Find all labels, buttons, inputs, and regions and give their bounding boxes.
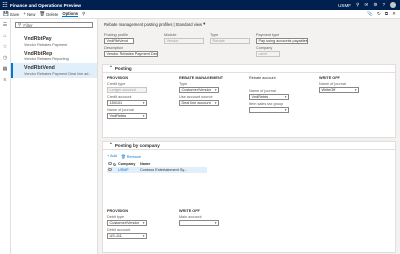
chevron-down-icon[interactable]: ▾ xyxy=(203,21,205,27)
filter-input[interactable]: ⚲ Filter xyxy=(15,22,93,28)
add-button[interactable]: + Add xyxy=(107,154,117,159)
search-icon[interactable]: ⚲ xyxy=(82,11,85,17)
main-account-select[interactable] xyxy=(179,219,219,226)
action-pane: 💾 Save + New 🗑 Delete Options ⚲ 📎 ↻ ⧉ ✕ xyxy=(0,10,400,19)
debit-type-field: Debit type Customer/Vendor xyxy=(107,215,147,226)
table-row[interactable]: USMF Contoso Entertainment Sy... xyxy=(107,167,207,173)
rebate-type-field: Type Customer/Vendor xyxy=(179,82,219,93)
remove-button[interactable]: 🗑 Remove xyxy=(121,154,141,159)
navigation-rail: ☰ ⌂ ☆ ◷ ▦ ≡ xyxy=(0,19,11,254)
rebate-journal-select[interactable]: VndRebts xyxy=(249,93,289,100)
bell-icon[interactable]: ✉ xyxy=(364,2,368,8)
menu-icon[interactable]: ☰ xyxy=(3,23,7,28)
type-field: Type Rebate xyxy=(210,33,250,44)
app-title: Finance and Operations Preview xyxy=(10,2,81,8)
rebate-type-select[interactable]: Customer/Vendor xyxy=(179,86,219,93)
company-input: usmf xyxy=(256,50,280,57)
options-tab[interactable]: Options xyxy=(62,11,79,17)
company-grid: ↻ Company Name USMF Contoso Entertainmen… xyxy=(107,161,207,173)
rebate-account-label: Rebate account xyxy=(249,76,276,80)
list-item-selected[interactable]: VndRbtVend Vendor Rebates Payment Deal l… xyxy=(11,63,97,78)
writeoff-journal-field: Name of journal WriteOff xyxy=(319,82,359,93)
search-icon[interactable]: ⚲ xyxy=(356,2,359,8)
list-icon[interactable]: ≡ xyxy=(4,78,7,83)
column-header-company[interactable]: Company xyxy=(117,162,139,166)
credit-type-input: Ledger account xyxy=(107,86,147,93)
chevron-up-icon: ⌃ xyxy=(109,65,113,71)
module-field: Module Vendor xyxy=(164,33,204,44)
delete-button[interactable]: 🗑 Delete xyxy=(39,10,58,16)
top-bar: ☷ Finance and Operations Preview USMF ⚲ … xyxy=(0,0,400,10)
item-tax-group-select[interactable] xyxy=(249,106,289,113)
account-source-select[interactable]: Deal line account xyxy=(179,99,219,106)
rebate-journal-field: Name of journal VndRebts xyxy=(249,89,289,100)
type-input: Rebate xyxy=(210,37,250,44)
posting-profile-field: Posting profile VndRbtVend xyxy=(104,33,134,44)
company-field: Company usmf xyxy=(256,46,280,57)
credit-type-field: Credit type Ledger account xyxy=(107,82,147,93)
description-field: Description Vendor Rebates Payment Dea..… xyxy=(104,46,158,57)
popout-icon[interactable]: ⧉ xyxy=(385,11,388,17)
view-selector[interactable]: Standard view xyxy=(176,22,203,27)
record-list: ⚲ Filter VndRbtPay Vendor Rebates Paymen… xyxy=(11,19,98,254)
credit-account-select[interactable]: 150101 xyxy=(107,99,147,106)
avatar[interactable] xyxy=(390,2,396,8)
attach-icon[interactable]: 📎 xyxy=(367,11,373,17)
list-item[interactable]: VndRbtPay Vendor Rebates Payment xyxy=(11,34,97,49)
chevron-up-icon: ⌃ xyxy=(109,142,113,148)
modules-icon[interactable]: ▦ xyxy=(3,67,8,72)
home-icon[interactable]: ⌂ xyxy=(3,34,6,39)
new-button[interactable]: + New xyxy=(23,10,35,16)
row-company[interactable]: USMF xyxy=(117,168,139,172)
main-account-field: Main account xyxy=(179,215,219,226)
module-input: Vendor xyxy=(164,37,204,44)
debit-account-select[interactable]: US-111 xyxy=(107,232,147,239)
posting-by-company-header[interactable]: ⌃ Posting by company xyxy=(103,142,395,150)
star-icon[interactable]: ☆ xyxy=(3,45,7,50)
debit-type-select[interactable]: Customer/Vendor xyxy=(107,219,147,226)
plus-icon: + xyxy=(23,10,26,16)
filter-icon: ⚲ xyxy=(18,21,22,27)
breadcrumb: Rebate management posting profiles | Sta… xyxy=(104,21,206,27)
close-icon[interactable]: ✕ xyxy=(392,11,396,17)
payment-type-field: Payment type Pay using accounts payable xyxy=(256,33,308,44)
provision-journal-select[interactable]: VndRebts xyxy=(107,112,147,119)
payment-type-select[interactable]: Pay using accounts payable xyxy=(256,37,308,44)
page-title: Rebate management posting profiles xyxy=(104,22,173,27)
clock-icon[interactable]: ◷ xyxy=(3,56,7,61)
grid-toolbar: + Add 🗑 Remove xyxy=(107,154,141,159)
column-header-name[interactable]: Name xyxy=(139,162,199,166)
help-icon[interactable]: ? xyxy=(382,2,385,8)
posting-profile-input[interactable]: VndRbtVend xyxy=(104,37,134,44)
detail-pane: Rebate management posting profiles | Sta… xyxy=(98,19,400,254)
item-tax-group-field: Item sales tax group xyxy=(249,102,289,113)
save-icon: 💾 xyxy=(3,10,9,16)
gear-icon[interactable]: ⚙ xyxy=(373,2,377,8)
provision-journal-field: Name of journal VndRebts xyxy=(107,108,147,119)
writeoff-journal-select[interactable]: WriteOff xyxy=(319,86,359,93)
refresh-icon[interactable]: ↻ xyxy=(377,11,381,17)
account-source-field: Use account source Deal line account xyxy=(179,95,219,106)
posting-section: ⌃ Posting PROVISION Credit type Ledger a… xyxy=(102,64,396,138)
description-input[interactable]: Vendor Rebates Payment Dea... xyxy=(104,50,158,57)
company-picker[interactable]: USMF xyxy=(338,3,351,8)
debit-account-field: Debit account US-111 xyxy=(107,228,147,239)
row-name: Contoso Entertainment Sy... xyxy=(140,168,188,172)
trash-icon: 🗑 xyxy=(39,10,46,16)
list-item[interactable]: VndRbtRep Vendor Rebates Reporting xyxy=(11,49,97,64)
posting-by-company-section: ⌃ Posting by company + Add 🗑 Remove ↻ Co… xyxy=(102,141,396,253)
app-launcher-icon[interactable]: ☷ xyxy=(0,0,10,10)
posting-section-header[interactable]: ⌃ Posting xyxy=(103,65,395,73)
save-button[interactable]: 💾 Save xyxy=(3,10,19,16)
row-checkbox[interactable] xyxy=(107,167,112,173)
credit-account-field: Credit account 150101 xyxy=(107,95,147,106)
